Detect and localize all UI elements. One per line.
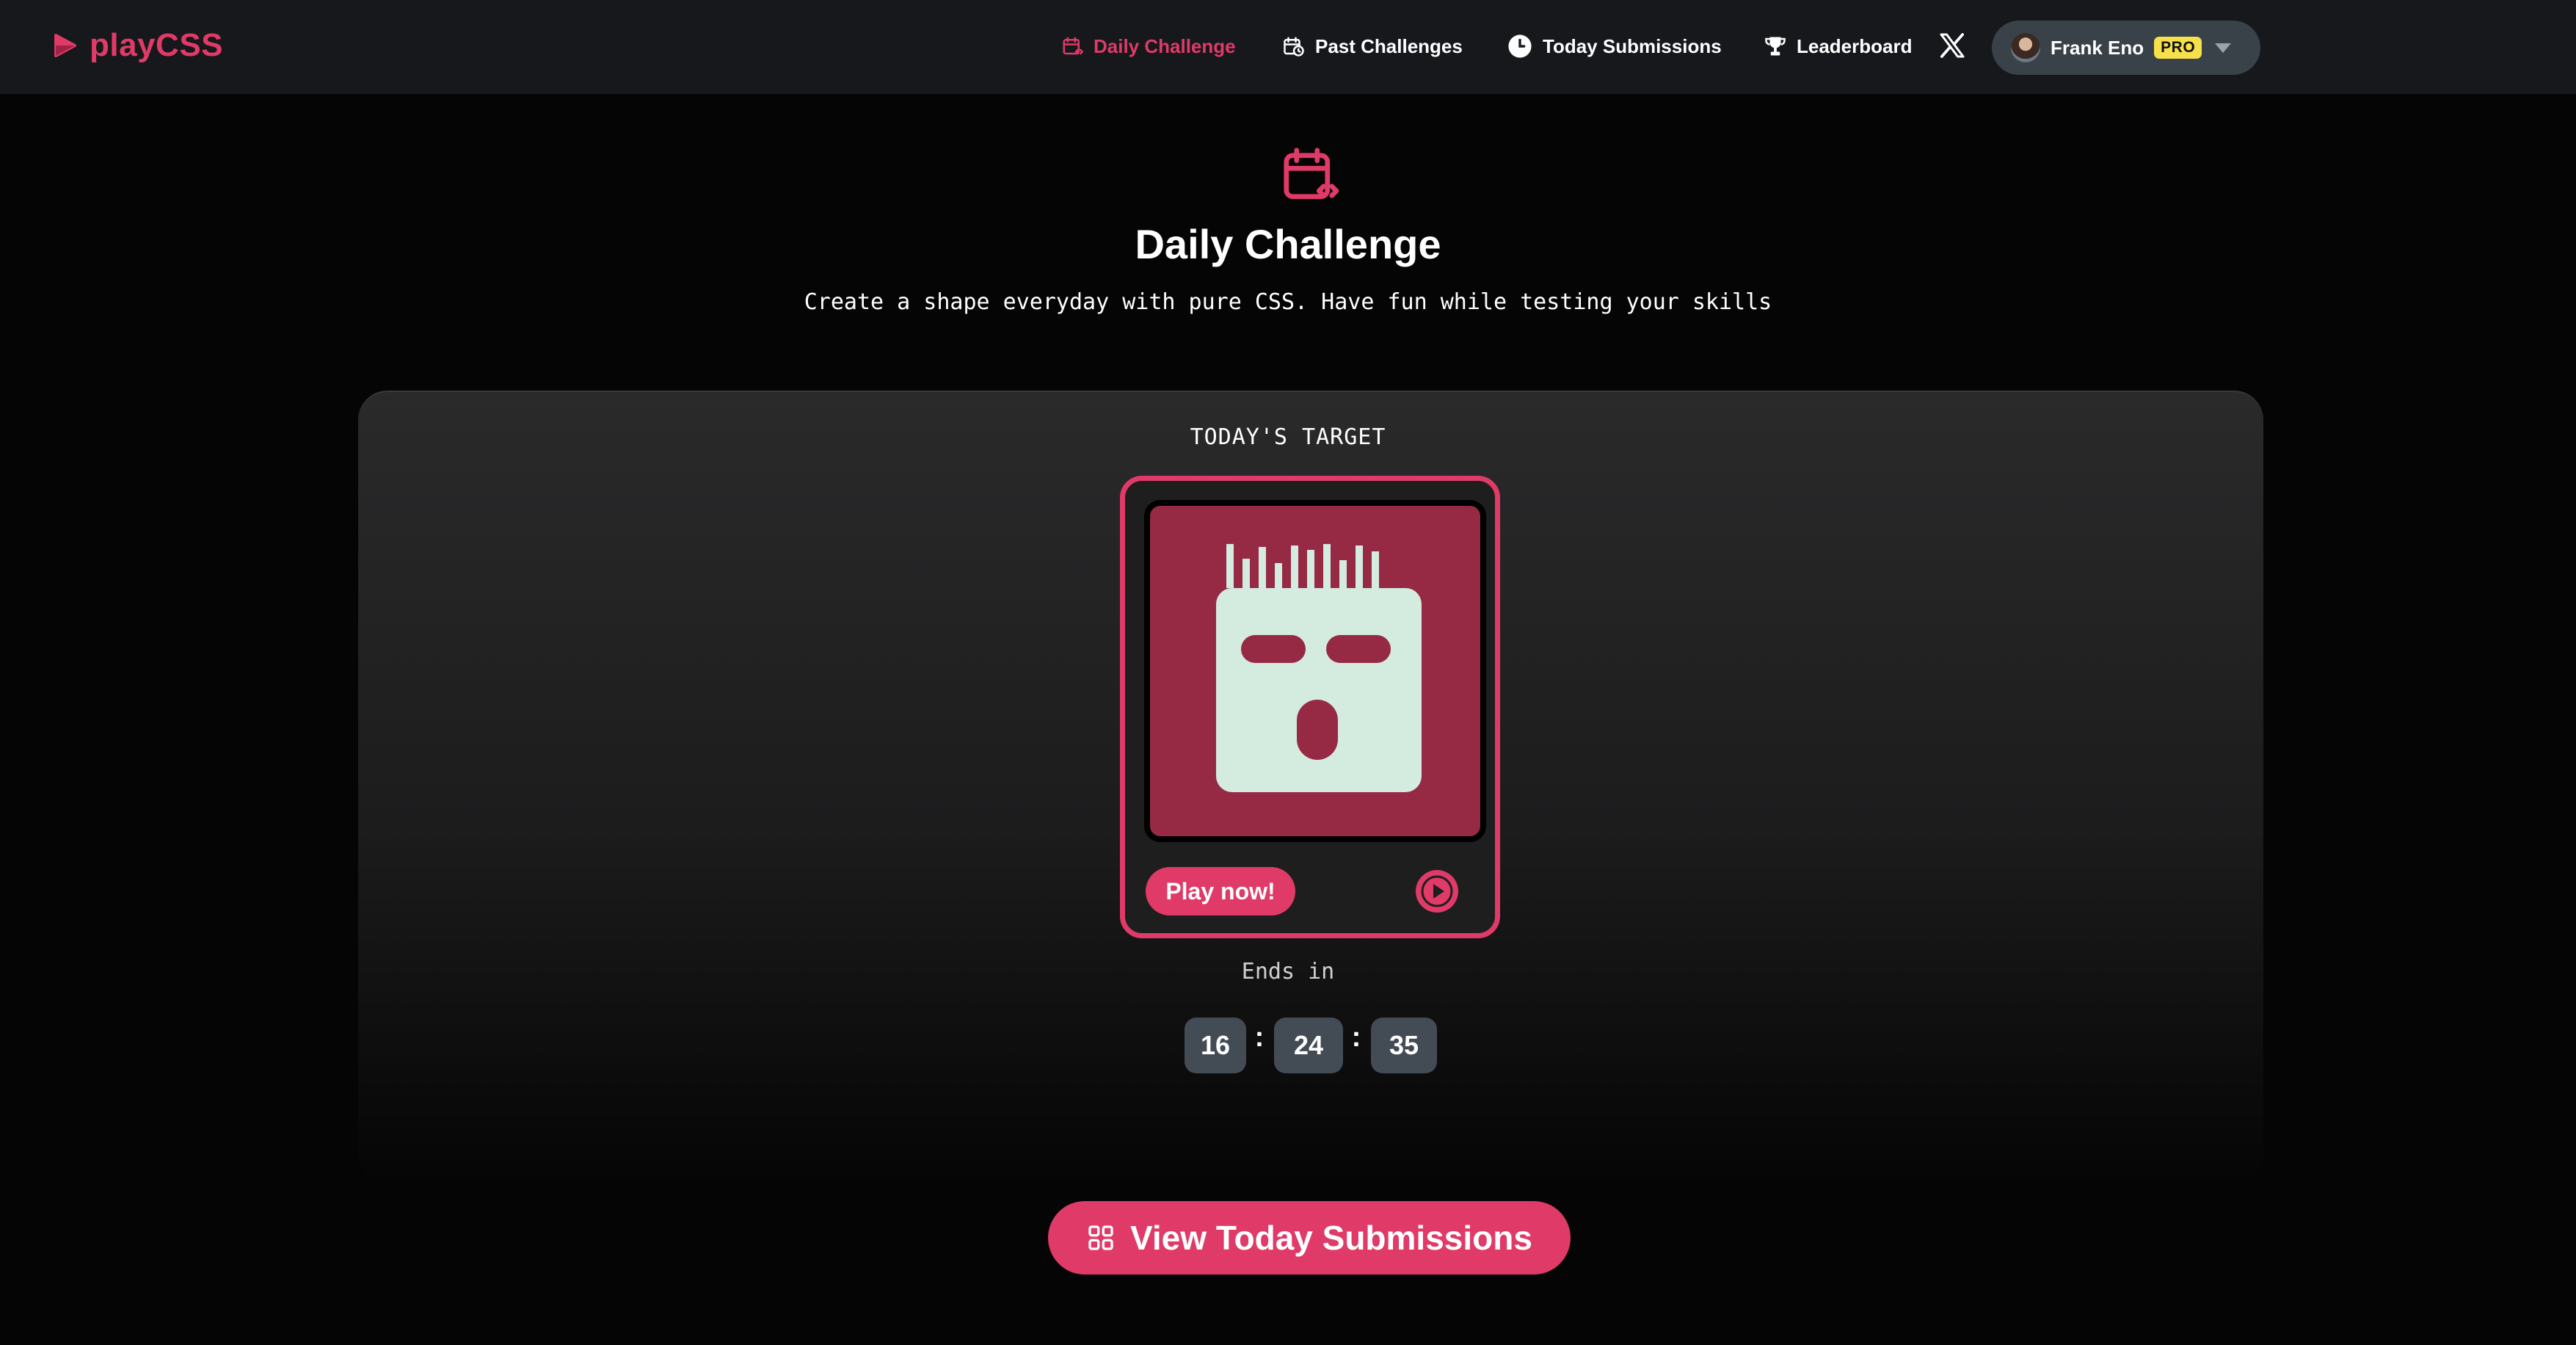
user-name: Frank Eno — [2051, 36, 2144, 59]
brand-name: playCSS — [90, 27, 224, 63]
calendar-clock-icon — [1284, 37, 1304, 57]
nav-today-submissions[interactable]: Today Submissions — [1507, 28, 1722, 65]
x-logo-icon[interactable] — [1938, 31, 1967, 60]
countdown-seconds: 35 — [1371, 1018, 1437, 1073]
countdown-separator: : — [1351, 1022, 1361, 1053]
grid-icon — [1088, 1225, 1113, 1250]
ends-in-label: Ends in — [1241, 959, 1335, 985]
calendar-code-icon — [1063, 37, 1083, 55]
trophy-icon — [1765, 37, 1786, 56]
view-today-submissions-button[interactable]: View Today Submissions — [1048, 1201, 1571, 1275]
countdown-separator: : — [1254, 1022, 1265, 1053]
countdown-hours: 16 — [1185, 1018, 1246, 1073]
view-submissions-label: View Today Submissions — [1130, 1219, 1532, 1257]
clock-icon — [1508, 35, 1532, 58]
avatar — [2011, 33, 2040, 62]
nav-leaderboard[interactable]: Leaderboard — [1764, 28, 1913, 65]
pro-badge: PRO — [2154, 37, 2202, 59]
target-card[interactable]: Play now! — [1120, 476, 1500, 938]
target-label: TODAY'S TARGET — [1190, 424, 1386, 450]
play-icon[interactable] — [1416, 870, 1458, 913]
calendar-code-icon — [1284, 148, 1339, 200]
nav-label: Daily Challenge — [1094, 35, 1236, 57]
nav-label: Today Submissions — [1543, 35, 1722, 57]
top-navbar: playCSS Daily Challenge Past Challenges … — [0, 0, 2576, 94]
countdown-minutes: 24 — [1274, 1018, 1343, 1073]
page-title: Daily Challenge — [1135, 221, 1441, 267]
nav-label: Past Challenges — [1315, 35, 1463, 57]
target-preview — [1144, 500, 1486, 842]
page-subtitle: Create a shape everyday with pure CSS. H… — [804, 289, 1772, 315]
nav-label: Leaderboard — [1797, 35, 1913, 57]
user-menu[interactable]: Frank Eno PRO — [1992, 21, 2260, 75]
play-now-button[interactable]: Play now! — [1146, 867, 1295, 916]
chevron-down-icon — [2215, 43, 2232, 53]
nav-daily-challenge[interactable]: Daily Challenge — [1061, 28, 1236, 65]
logo-play-icon — [54, 34, 76, 57]
target-shape-image — [1216, 544, 1422, 792]
nav-past-challenges[interactable]: Past Challenges — [1283, 28, 1463, 65]
brand-logo[interactable]: playCSS — [50, 25, 223, 66]
